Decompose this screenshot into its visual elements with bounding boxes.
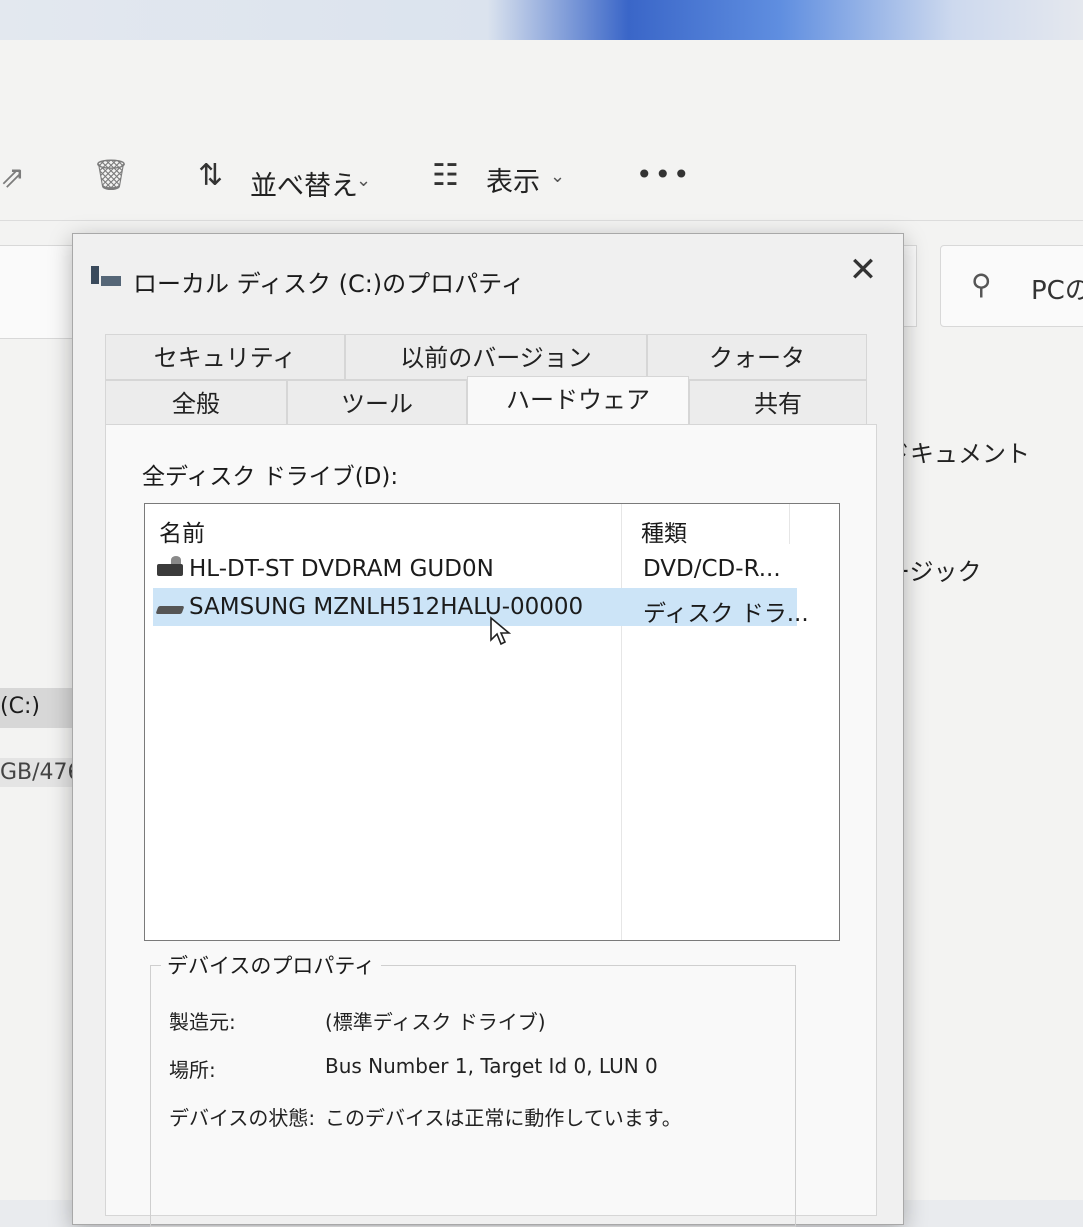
manufacturer-value: (標準ディスク ドライブ) [325, 1010, 546, 1034]
tab-previous-versions[interactable]: 以前のバージョン [345, 334, 647, 380]
documents-folder-label[interactable]: ドキュメント [886, 434, 1030, 469]
device-properties-group: デバイスのプロパティ 製造元: (標準ディスク ドライブ) 場所: Bus Nu… [150, 950, 796, 1227]
drive-name: HL-DT-ST DVDRAM GUD0N [189, 556, 494, 582]
disk-drive-list[interactable]: 名前 種類 HL-DT-ST DVDRAM GUD0N DVD/CD-R... … [144, 503, 840, 941]
tab-hardware[interactable]: ハードウェア [467, 376, 689, 426]
drive-type: DVD/CD-R... [643, 556, 781, 582]
column-header-name[interactable]: 名前 [159, 514, 205, 548]
sort-arrows-icon: ⇅ [198, 158, 224, 193]
delete-icon[interactable]: 🗑 [92, 158, 130, 193]
search-placeholder: PCの [1031, 276, 1083, 306]
properties-dialog: ローカル ディスク (C:)のプロパティ ✕ セキュリティ 以前のバージョン ク… [72, 233, 904, 1227]
ssd-drive-icon [155, 606, 185, 614]
drive-c-label: (C:) [0, 694, 40, 719]
command-bar: ⇗ 🗑 ⇅ 並べ替え ⌄ ☷ 表示 ⌄ ••• [0, 40, 1083, 221]
search-icon: ⚲ [971, 268, 992, 301]
share-icon[interactable]: ⇗ [0, 160, 25, 195]
hardware-tab-panel: 全ディスク ドライブ(D): 名前 種類 HL-DT-ST DVDRAM GUD… [105, 424, 877, 1227]
column-divider-header[interactable] [789, 504, 790, 544]
tab-security[interactable]: セキュリティ [105, 334, 345, 380]
drive-type: ディスク ドラ... [643, 601, 809, 627]
location-value: Bus Number 1, Target Id 0, LUN 0 [325, 1054, 658, 1078]
list-item-selected[interactable]: SAMSUNG MZNLH512HALU-00000 ディスク ドラ... [153, 588, 809, 627]
view-label: 表示 [486, 167, 540, 198]
view-chevron-icon: ⌄ [550, 166, 566, 187]
close-button[interactable]: ✕ [837, 248, 889, 292]
tab-general[interactable]: 全般 [105, 380, 287, 426]
tab-tools[interactable]: ツール [287, 380, 467, 426]
sort-chevron-icon: ⌄ [356, 170, 372, 191]
disk-title-icon [91, 266, 121, 288]
search-input[interactable]: ⚲ PCの [940, 245, 1083, 327]
tab-quota[interactable]: クォータ [647, 334, 867, 380]
manufacturer-label: 製造元: [169, 1010, 236, 1034]
drive-name: SAMSUNG MZNLH512HALU-00000 [189, 594, 584, 620]
device-status-value: このデバイスは正常に動作しています。 [325, 1106, 682, 1130]
column-header-type[interactable]: 種類 [641, 514, 687, 548]
all-disk-drives-label: 全ディスク ドライブ(D): [142, 464, 399, 490]
device-properties-title: デバイスのプロパティ [161, 950, 382, 980]
close-icon: ✕ [848, 250, 878, 290]
dvd-drive-icon [157, 556, 183, 576]
tab-sharing[interactable]: 共有 [689, 380, 867, 426]
dialog-title: ローカル ディスク (C:)のプロパティ [133, 270, 525, 298]
list-item[interactable]: HL-DT-ST DVDRAM GUD0N DVD/CD-R... [153, 550, 797, 588]
location-label: 場所: [169, 1058, 216, 1082]
sort-label: 並べ替え [250, 171, 358, 202]
address-bar[interactable] [0, 245, 73, 339]
more-options-button[interactable]: ••• [636, 158, 692, 191]
mouse-cursor-icon [490, 616, 511, 646]
device-status-label: デバイスの状態: [169, 1106, 316, 1130]
view-list-icon: ☷ [432, 158, 459, 193]
